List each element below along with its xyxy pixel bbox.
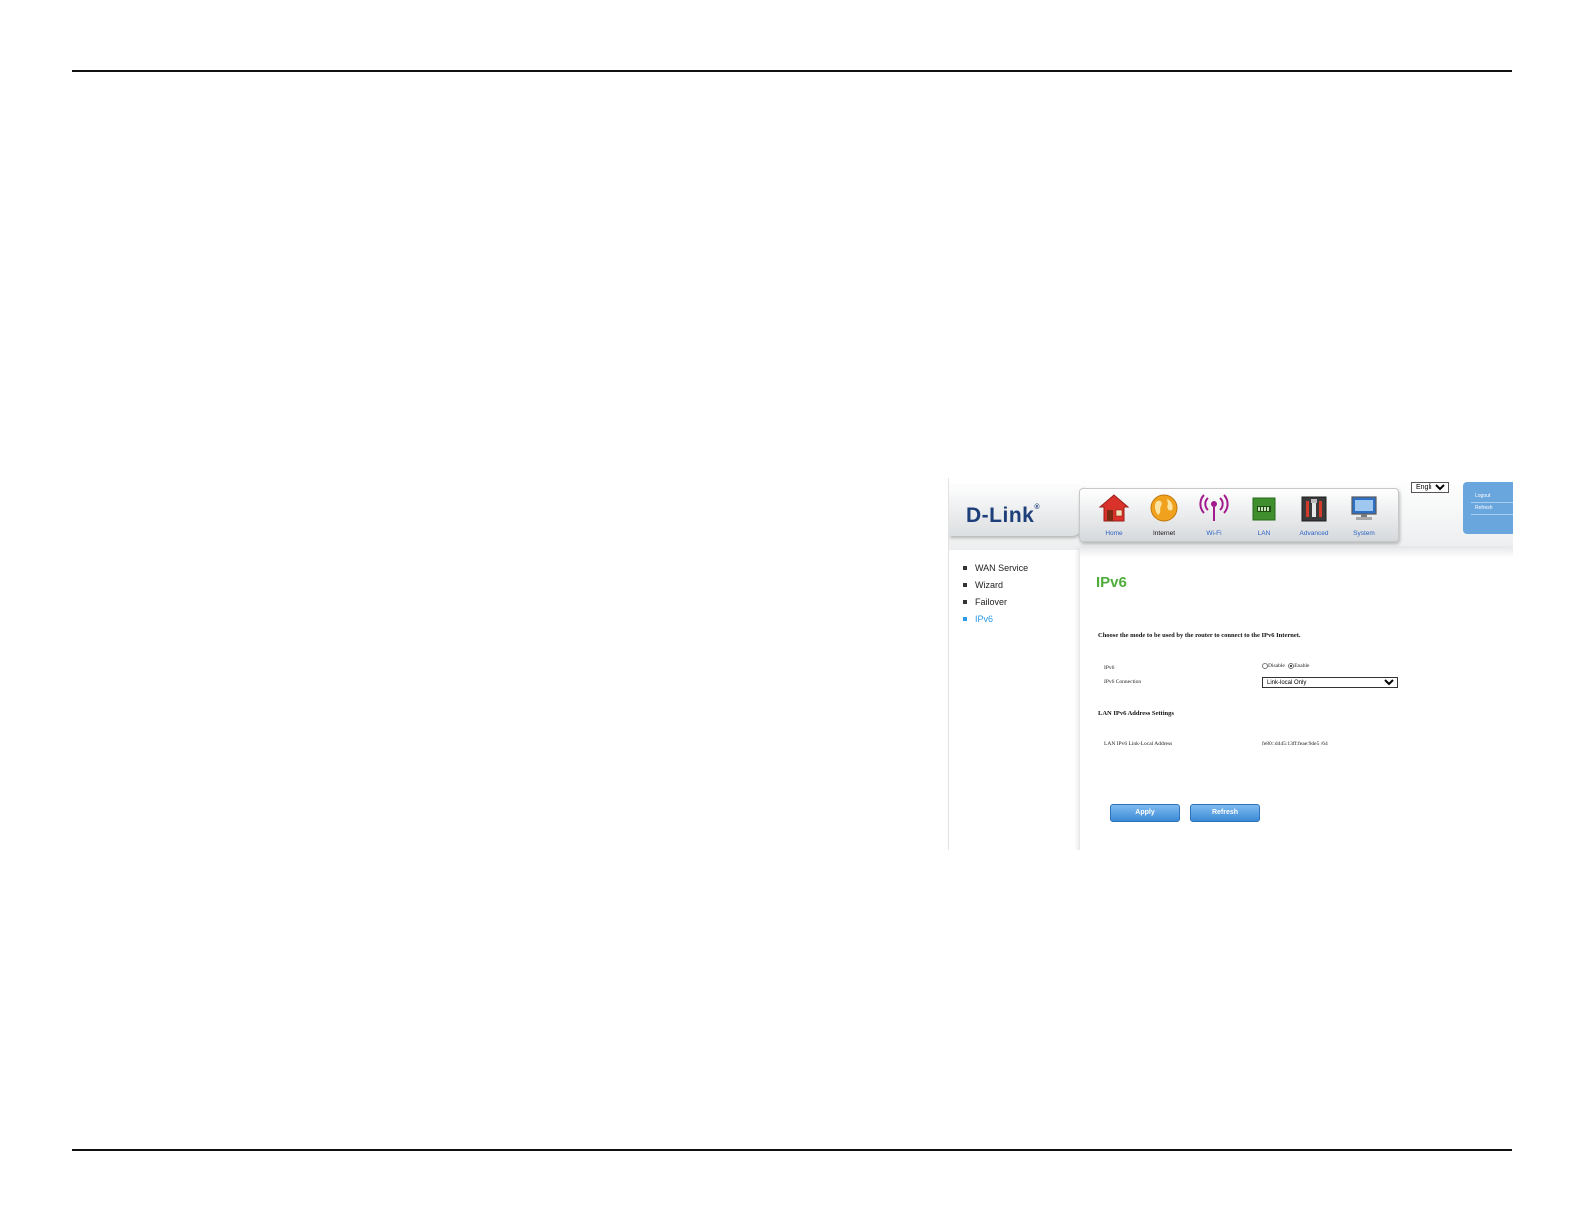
router-ui-screenshot: D-Link® Home Internet Wi-Fi LAN Advanced… bbox=[948, 478, 1513, 850]
sidebar-item-ipv6[interactable]: IPv6 bbox=[963, 611, 1073, 628]
top-rule bbox=[72, 70, 1512, 72]
main-content: IPv6 Choose the mode to be used by the r… bbox=[1079, 548, 1513, 850]
logout-link[interactable]: Logout bbox=[1475, 493, 1490, 499]
content-top-shade bbox=[1080, 548, 1513, 558]
monitor-icon bbox=[1351, 496, 1377, 520]
lan-ipv6-section-title: LAN IPv6 Address Settings bbox=[1098, 710, 1174, 717]
nav-advanced[interactable]: Advanced bbox=[1290, 491, 1338, 539]
wireless-icon bbox=[1199, 494, 1229, 521]
nav-home[interactable]: Home bbox=[1090, 491, 1138, 539]
dlink-logo: D-Link® bbox=[966, 504, 1040, 527]
side-tab-divider bbox=[1471, 514, 1513, 515]
intro-text: Choose the mode to be used by the router… bbox=[1098, 632, 1301, 639]
nav-system-label: System bbox=[1353, 530, 1375, 537]
ipv6-label: IPv6 bbox=[1104, 665, 1115, 671]
refresh-button[interactable]: Refresh bbox=[1190, 804, 1260, 822]
ipv6-radio-group: Disable Enable bbox=[1262, 663, 1311, 669]
nav-advanced-label: Advanced bbox=[1299, 530, 1329, 537]
ipv6-enable-label: Enable bbox=[1294, 663, 1310, 669]
sidebar-item-failover[interactable]: Failover bbox=[963, 594, 1073, 611]
ipv6-disable-label: Disable bbox=[1268, 663, 1285, 669]
refresh-link[interactable]: Refresh bbox=[1475, 505, 1493, 511]
nav-lan[interactable]: LAN bbox=[1240, 491, 1288, 539]
nav-internet-label: Internet bbox=[1152, 530, 1176, 537]
sidebar-item-wizard[interactable]: Wizard bbox=[963, 577, 1073, 594]
ipv6-connection-label: IPv6 Connection bbox=[1104, 679, 1142, 685]
link-local-label: LAN IPv6 Link-Local Address bbox=[1104, 741, 1173, 747]
house-icon bbox=[1098, 494, 1130, 522]
nav-home-label: Home bbox=[1105, 530, 1123, 537]
globe-icon bbox=[1150, 494, 1178, 522]
sidebar: WAN Service Wizard Failover IPv6 bbox=[963, 560, 1073, 628]
nav-wifi-label: Wi-Fi bbox=[1206, 530, 1222, 537]
side-tab-divider bbox=[1471, 502, 1513, 503]
nav-wifi[interactable]: Wi-Fi bbox=[1190, 491, 1238, 539]
sidebar-item-wan-service[interactable]: WAN Service bbox=[963, 560, 1073, 577]
bottom-rule bbox=[72, 1149, 1512, 1151]
nav-internet[interactable]: Internet bbox=[1140, 491, 1188, 539]
link-local-value: fe80::d445:13ff:feae:9de5 /64 bbox=[1262, 741, 1328, 747]
tools-icon bbox=[1301, 496, 1327, 522]
nav-lan-label: LAN bbox=[1257, 530, 1271, 537]
ipv6-disable-radio[interactable] bbox=[1262, 663, 1268, 669]
side-tab: Logout Refresh bbox=[1463, 482, 1513, 534]
ipv6-connection-select[interactable]: Link-local Only bbox=[1262, 677, 1398, 688]
nav-system[interactable]: System bbox=[1340, 491, 1388, 539]
language-select[interactable]: English bbox=[1411, 482, 1449, 493]
logo-panel: D-Link® bbox=[949, 486, 1083, 536]
page-title: IPv6 bbox=[1096, 574, 1127, 591]
top-nav: Home Internet Wi-Fi LAN Advanced System bbox=[1079, 488, 1399, 542]
network-card-icon bbox=[1252, 497, 1276, 521]
apply-button[interactable]: Apply bbox=[1110, 804, 1180, 822]
